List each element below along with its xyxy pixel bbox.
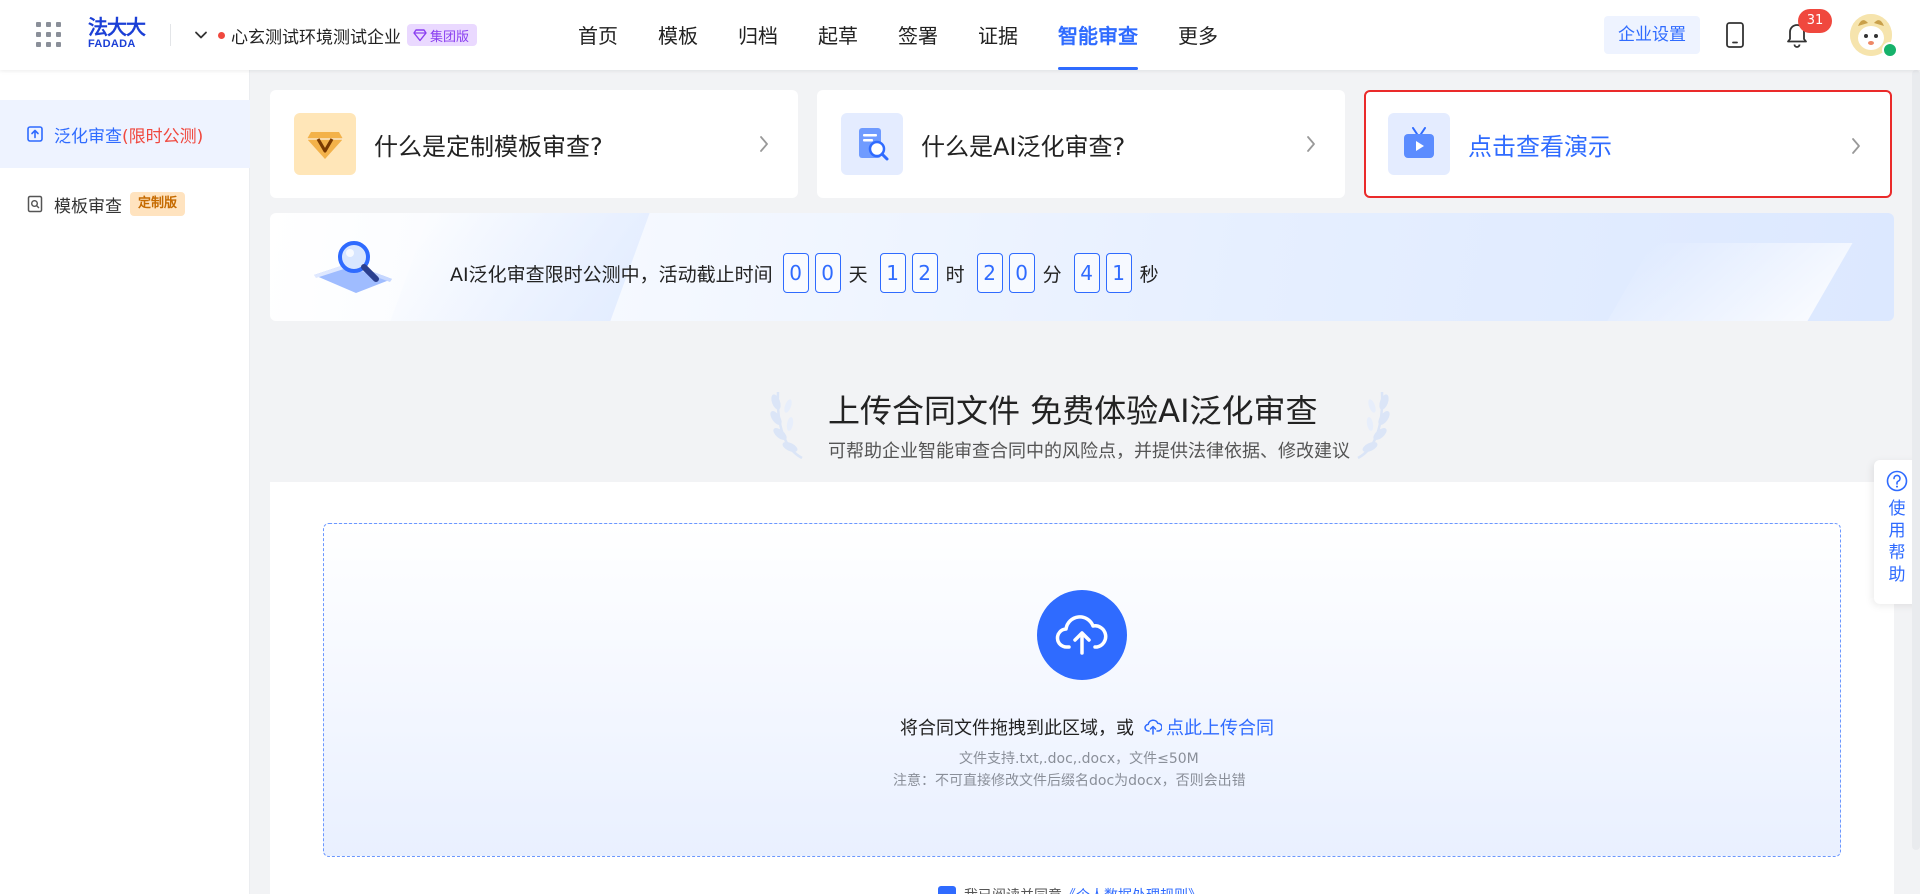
countdown-row: AI泛化审查限时公测中，活动截止时间 0 0 天 1 2 时 2 0 分 4 1…: [450, 253, 1171, 293]
card-view-demo[interactable]: 点击查看演示: [1364, 90, 1892, 198]
laurel-left-icon: [770, 391, 803, 460]
main-nav: 首页 模板 归档 起草 签署 证据 智能审查 更多: [578, 0, 1258, 70]
notification-count-badge: 31: [1798, 9, 1832, 33]
custom-edition-tag: 定制版: [130, 192, 186, 216]
group-edition-label: 集团版: [430, 29, 470, 45]
agreement-checkbox[interactable]: [938, 886, 956, 894]
countdown-unit-minute: 分: [1042, 263, 1062, 286]
nav-evidence[interactable]: 证据: [978, 0, 1018, 70]
file-dropzone[interactable]: [323, 523, 1841, 857]
limited-beta-label: (限时公测): [122, 126, 204, 147]
nav-templates[interactable]: 模板: [658, 0, 698, 70]
diamond-icon: [413, 29, 427, 42]
card-custom-template-review[interactable]: 什么是定制模板审查?: [270, 90, 798, 198]
user-avatar[interactable]: [1850, 14, 1898, 58]
countdown-minute-digit: 0: [1008, 253, 1035, 293]
sidebar: 泛化审查 (限时公测) 模板审查 定制版: [0, 70, 250, 894]
page-scrollbar[interactable]: [1912, 70, 1920, 850]
cloud-upload-icon: [1055, 615, 1108, 655]
chevron-right-icon: [760, 136, 768, 152]
agreement-row: 我已阅读并同意 《个人数据处理规则》: [938, 886, 1202, 894]
logo-text-cn: 法大大: [88, 15, 146, 39]
nav-sign[interactable]: 签署: [898, 0, 938, 70]
agreement-text: 我已阅读并同意: [964, 885, 1062, 894]
question-circle-icon: [1886, 470, 1908, 492]
mobile-phone-icon[interactable]: [1724, 21, 1746, 49]
upload-title: 上传合同文件 免费体验AI泛化审查: [828, 392, 1318, 430]
countdown-hour-digit: 2: [911, 253, 938, 293]
chevron-right-icon: [1307, 136, 1315, 152]
chevron-down-icon: [195, 31, 207, 39]
file-format-hint: 文件支持.txt,.doc,.docx，文件≤50M: [959, 751, 1199, 767]
company-name: 心玄测试环境测试企业: [231, 27, 401, 48]
upload-box-icon: [27, 126, 43, 142]
sidebar-item-label: 泛化审查: [54, 126, 122, 147]
laurel-right-icon: [1357, 391, 1390, 460]
app-grid-icon[interactable]: [36, 22, 62, 48]
click-upload-label: 点此上传合同: [1166, 718, 1274, 739]
drop-instruction: 将合同文件拖拽到此区域，或 点此上传合同: [900, 714, 1274, 740]
video-tv-icon: [1388, 113, 1450, 175]
fadada-logo[interactable]: 法大大 FADADA: [88, 16, 152, 52]
countdown-unit-day: 天: [848, 263, 868, 286]
sidebar-item-general-review[interactable]: 泛化审查 (限时公测): [0, 100, 250, 168]
data-rules-link[interactable]: 《个人数据处理规则》: [1062, 885, 1202, 894]
countdown-unit-second: 秒: [1139, 263, 1159, 286]
status-dot: [218, 31, 225, 39]
nav-smart-review[interactable]: 智能审查: [1058, 0, 1138, 70]
help-label: 使用帮助: [1888, 499, 1906, 585]
file-rename-warning: 注意：不可直接修改文件后缀名doc为docx，否则会出错: [893, 773, 1246, 789]
countdown-day-digit: 0: [782, 253, 809, 293]
book-magnifier-illustration: [314, 241, 392, 293]
cloud-upload-icon: [1144, 719, 1162, 735]
chevron-right-icon: [1852, 138, 1860, 154]
countdown-second-digit: 4: [1073, 253, 1100, 293]
upload-cloud-button[interactable]: [1037, 590, 1127, 680]
header-divider: [170, 24, 171, 46]
beta-countdown-banner: AI泛化审查限时公测中，活动截止时间 0 0 天 1 2 时 2 0 分 4 1…: [270, 213, 1894, 321]
group-edition-badge: 集团版: [407, 24, 478, 46]
sidebar-item-label: 模板审查: [54, 196, 122, 217]
nav-home[interactable]: 首页: [578, 0, 618, 70]
card-ai-general-review[interactable]: 什么是AI泛化审查?: [817, 90, 1345, 198]
document-search-icon: [27, 195, 43, 213]
company-switcher[interactable]: 心玄测试环境测试企业 集团版: [194, 22, 478, 48]
enterprise-settings-button[interactable]: 企业设置: [1604, 16, 1700, 54]
countdown-lead-text: AI泛化审查限时公测中，活动截止时间: [450, 263, 773, 286]
card-title: 什么是AI泛化审查?: [921, 132, 1126, 161]
nav-draft[interactable]: 起草: [818, 0, 858, 70]
card-title: 什么是定制模板审查?: [374, 132, 603, 161]
countdown-minute-digit: 2: [976, 253, 1003, 293]
drop-instruction-text: 将合同文件拖拽到此区域，或: [900, 718, 1134, 739]
banner-decoration: [1607, 243, 1853, 321]
logo-text-en: FADADA: [88, 38, 136, 50]
gem-icon: [294, 113, 356, 175]
verified-badge-icon: [1882, 42, 1898, 58]
click-upload-link[interactable]: 点此上传合同: [1144, 714, 1274, 740]
sidebar-item-template-review[interactable]: 模板审查 定制版: [0, 170, 250, 238]
countdown-unit-hour: 时: [945, 263, 965, 286]
nav-more[interactable]: 更多: [1178, 0, 1218, 70]
upload-subtitle: 可帮助企业智能审查合同中的风险点，并提供法律依据、修改建议: [828, 441, 1350, 462]
card-title: 点击查看演示: [1468, 132, 1612, 161]
top-bar: 法大大 FADADA 心玄测试环境测试企业 集团版 首页 模板 归档 起草 签署…: [0, 0, 1920, 70]
countdown-hour-digit: 1: [879, 253, 906, 293]
document-magnifier-icon: [841, 113, 903, 175]
countdown-day-digit: 0: [814, 253, 841, 293]
nav-archive[interactable]: 归档: [738, 0, 778, 70]
countdown-second-digit: 1: [1105, 253, 1132, 293]
